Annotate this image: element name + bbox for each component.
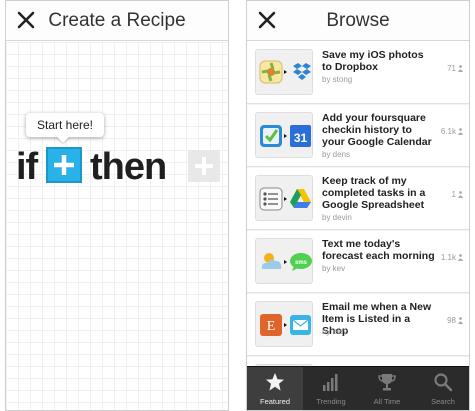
if-word: if <box>16 146 38 188</box>
tab-label: Featured <box>259 397 291 406</box>
recipe-title: Text me today's forecast each morning <box>322 238 435 262</box>
email-icon <box>290 315 311 335</box>
tab-featured[interactable]: Featured <box>247 367 303 410</box>
recipe-author: by devin <box>322 213 352 222</box>
weather-icon <box>261 253 282 269</box>
svg-text:31: 31 <box>294 131 308 145</box>
tab-bar: Featured Trending All Time Search <box>247 366 469 410</box>
page-title: Create a Recipe <box>48 10 186 31</box>
google-calendar-icon: 31 <box>290 125 311 147</box>
dropbox-icon <box>293 63 311 80</box>
recipe-canvas <box>6 42 228 410</box>
tab-label: Search <box>431 397 455 406</box>
recipe-title: Keep track of my completed tasks in a Go… <box>322 175 426 211</box>
tab-trending[interactable]: Trending <box>303 367 359 410</box>
person-icon <box>458 65 463 72</box>
add-trigger-button[interactable] <box>46 147 82 183</box>
start-here-tooltip: Start here! <box>26 113 104 137</box>
recipe-row[interactable]: 31 Add your foursquare checkin history t… <box>247 105 469 167</box>
recipe-usage-count: 71 <box>447 64 463 73</box>
foursquare-icon <box>260 125 282 147</box>
trophy-icon <box>377 372 397 392</box>
search-icon <box>433 372 453 392</box>
recipe-usage-count: 6.1k <box>441 127 463 136</box>
ios-photos-icon <box>259 60 283 84</box>
browse-screen: Browse Save my iOS photos to Dropbox by … <box>246 0 470 411</box>
tab-label: All Time <box>373 397 401 406</box>
person-icon <box>458 254 463 261</box>
recipe-channel-icons <box>255 175 313 221</box>
tab-all-time[interactable]: All Time <box>359 367 415 410</box>
recipe-row[interactable]: Save my iOS photos to Dropbox by stong 7… <box>247 42 469 104</box>
etsy-icon: E <box>260 314 282 336</box>
recipe-channel-icons <box>255 49 313 95</box>
svg-text:sms: sms <box>295 260 308 266</box>
plus-icon <box>195 157 213 175</box>
tooltip-arrow <box>56 136 70 143</box>
reminders-icon <box>259 187 283 211</box>
person-icon <box>458 317 463 324</box>
recipe-usage-count: 1 <box>452 190 463 199</box>
arrow-right-icon <box>284 70 287 74</box>
then-word: then <box>90 146 167 188</box>
person-icon <box>458 128 463 135</box>
tab-search[interactable]: Search <box>415 367 469 410</box>
recipe-title: Add your foursquare checkin history to y… <box>322 112 432 148</box>
star-icon <box>265 372 285 392</box>
google-drive-icon <box>290 189 311 208</box>
recipe-count-value: 1.1k <box>440 253 456 262</box>
create-recipe-screen: Create a Recipe Start here! if then <box>5 0 229 411</box>
plus-icon <box>54 155 74 175</box>
recipe-row[interactable]: sms Text me today's forecast each mornin… <box>247 231 469 293</box>
recipe-list: Save my iOS photos to Dropbox by stong 7… <box>247 42 469 410</box>
recipe-author: by stong <box>322 75 353 84</box>
arrow-right-icon <box>284 134 287 138</box>
recipe-channel-icons: sms <box>255 238 313 284</box>
sms-icon: sms <box>290 253 312 271</box>
arrow-right-icon <box>284 197 287 201</box>
person-icon <box>458 191 463 198</box>
recipe-row[interactable]: Keep track of my completed tasks in a Go… <box>247 168 469 230</box>
recipe-count-value: 1 <box>451 190 456 199</box>
create-recipe-navbar: Create a Recipe <box>6 1 228 41</box>
recipe-usage-count: 98 <box>447 316 463 325</box>
recipe-author: by dens <box>322 150 351 159</box>
recipe-count-value: 6.1k <box>440 127 456 136</box>
browse-navbar: Browse <box>247 1 469 41</box>
tab-label: Trending <box>316 397 346 406</box>
bar-chart-icon <box>321 372 341 392</box>
recipe-author: by etsy <box>322 327 348 336</box>
recipe-channel-icons: E <box>255 301 313 347</box>
recipe-title: Save my iOS photos to Dropbox <box>322 49 424 73</box>
recipe-count-value: 71 <box>447 64 456 73</box>
add-action-button[interactable] <box>188 150 220 182</box>
recipe-usage-count: 1.1k <box>441 253 463 262</box>
recipe-channel-icons: 31 <box>255 112 313 158</box>
recipe-author: by kev <box>322 264 346 273</box>
page-title: Browse <box>326 10 390 31</box>
arrow-right-icon <box>284 260 287 264</box>
arrow-right-icon <box>284 323 287 327</box>
recipe-count-value: 98 <box>447 316 456 325</box>
svg-text:E: E <box>267 319 276 334</box>
recipe-row[interactable]: E Email me when a New Item is Listed in … <box>247 294 469 356</box>
